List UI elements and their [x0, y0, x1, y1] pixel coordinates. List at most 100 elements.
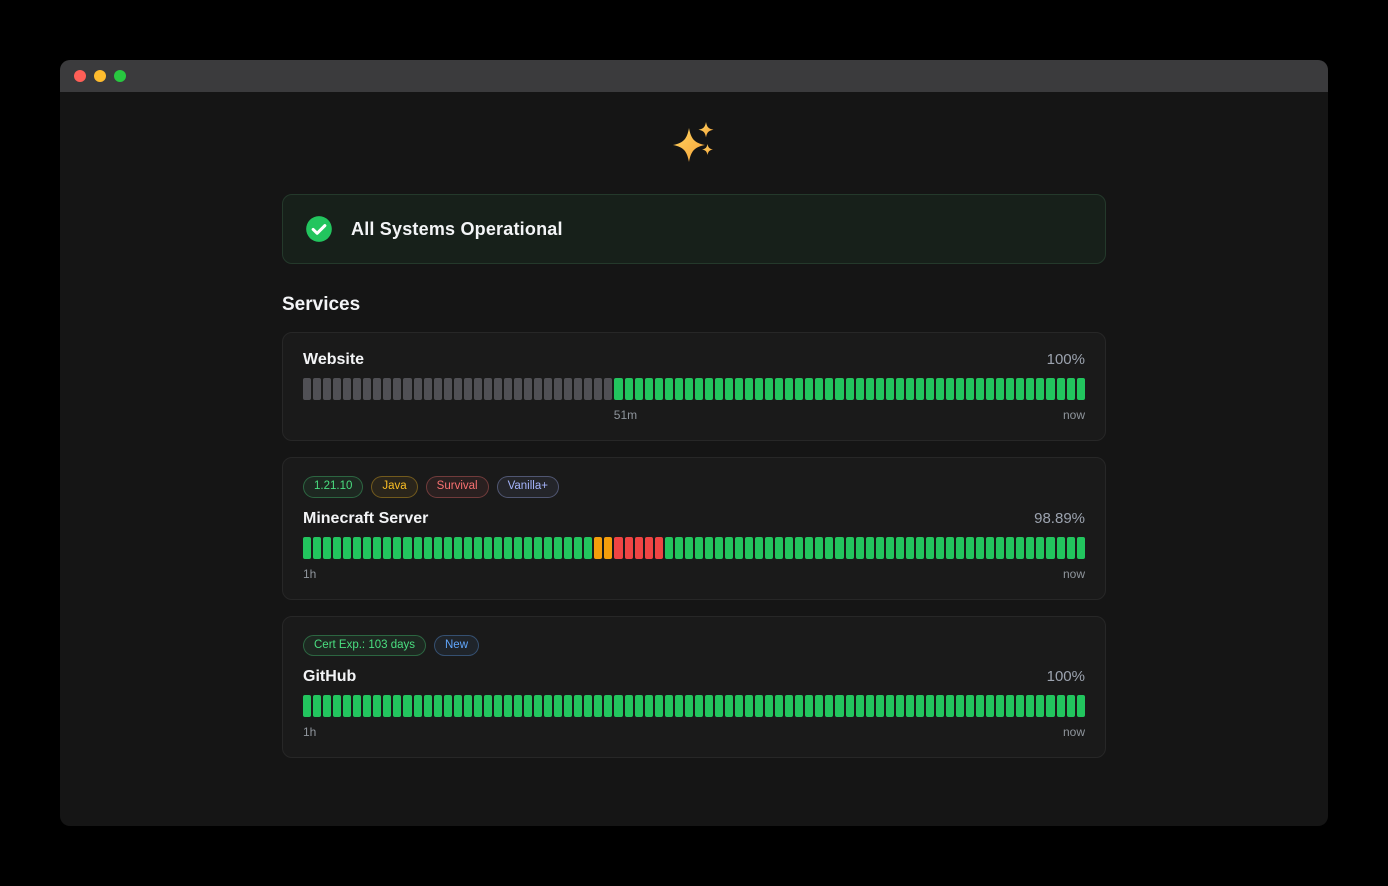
uptime-segment-up[interactable] — [1006, 537, 1014, 559]
uptime-segment-degraded[interactable] — [594, 537, 602, 559]
uptime-segment-up[interactable] — [866, 695, 874, 717]
uptime-segment-up[interactable] — [685, 695, 693, 717]
uptime-segment-up[interactable] — [876, 537, 884, 559]
uptime-segment-empty[interactable] — [524, 378, 532, 400]
uptime-segment-empty[interactable] — [323, 378, 331, 400]
uptime-segment-up[interactable] — [765, 695, 773, 717]
uptime-segment-up[interactable] — [1077, 695, 1085, 717]
uptime-segment-up[interactable] — [504, 537, 512, 559]
uptime-segment-up[interactable] — [353, 695, 361, 717]
uptime-segment-up[interactable] — [846, 537, 854, 559]
uptime-segment-up[interactable] — [996, 378, 1004, 400]
uptime-segment-up[interactable] — [986, 537, 994, 559]
uptime-segment-up[interactable] — [403, 695, 411, 717]
uptime-segment-up[interactable] — [534, 537, 542, 559]
uptime-segment-up[interactable] — [805, 695, 813, 717]
uptime-segment-up[interactable] — [735, 695, 743, 717]
uptime-segment-up[interactable] — [1046, 695, 1054, 717]
uptime-segment-up[interactable] — [403, 537, 411, 559]
uptime-segment-up[interactable] — [574, 537, 582, 559]
uptime-segment-up[interactable] — [835, 537, 843, 559]
uptime-segment-up[interactable] — [1067, 695, 1075, 717]
uptime-segment-up[interactable] — [775, 537, 783, 559]
uptime-segment-empty[interactable] — [484, 378, 492, 400]
uptime-segment-up[interactable] — [856, 537, 864, 559]
uptime-segment-up[interactable] — [685, 537, 693, 559]
uptime-segment-up[interactable] — [856, 378, 864, 400]
uptime-segment-up[interactable] — [363, 695, 371, 717]
uptime-segment-up[interactable] — [745, 695, 753, 717]
uptime-segment-up[interactable] — [695, 378, 703, 400]
uptime-segment-up[interactable] — [1057, 695, 1065, 717]
uptime-segment-up[interactable] — [966, 537, 974, 559]
uptime-segment-up[interactable] — [1057, 537, 1065, 559]
uptime-segment-up[interactable] — [474, 695, 482, 717]
uptime-segment-up[interactable] — [715, 378, 723, 400]
uptime-segment-up[interactable] — [584, 695, 592, 717]
uptime-segment-up[interactable] — [333, 695, 341, 717]
uptime-segment-empty[interactable] — [574, 378, 582, 400]
uptime-segment-up[interactable] — [424, 537, 432, 559]
uptime-segment-up[interactable] — [544, 537, 552, 559]
uptime-segment-up[interactable] — [966, 695, 974, 717]
uptime-segment-empty[interactable] — [444, 378, 452, 400]
uptime-segment-up[interactable] — [645, 378, 653, 400]
uptime-segment-up[interactable] — [866, 378, 874, 400]
uptime-segment-up[interactable] — [464, 695, 472, 717]
uptime-segment-up[interactable] — [524, 537, 532, 559]
uptime-segment-up[interactable] — [1036, 537, 1044, 559]
uptime-segment-up[interactable] — [725, 695, 733, 717]
uptime-segment-up[interactable] — [625, 695, 633, 717]
uptime-segment-up[interactable] — [484, 695, 492, 717]
uptime-segment-up[interactable] — [825, 378, 833, 400]
uptime-segment-empty[interactable] — [383, 378, 391, 400]
uptime-segment-up[interactable] — [936, 537, 944, 559]
uptime-segment-up[interactable] — [564, 537, 572, 559]
uptime-segment-up[interactable] — [825, 695, 833, 717]
uptime-segment-up[interactable] — [986, 378, 994, 400]
uptime-segment-up[interactable] — [866, 537, 874, 559]
uptime-segment-up[interactable] — [323, 695, 331, 717]
uptime-segment-up[interactable] — [785, 378, 793, 400]
uptime-segment-up[interactable] — [313, 695, 321, 717]
uptime-segment-up[interactable] — [956, 695, 964, 717]
uptime-segment-up[interactable] — [614, 695, 622, 717]
uptime-segment-up[interactable] — [996, 695, 1004, 717]
uptime-segment-up[interactable] — [514, 695, 522, 717]
uptime-segment-up[interactable] — [735, 537, 743, 559]
uptime-segment-up[interactable] — [986, 695, 994, 717]
uptime-segment-up[interactable] — [735, 378, 743, 400]
uptime-segment-up[interactable] — [504, 695, 512, 717]
uptime-segment-up[interactable] — [1057, 378, 1065, 400]
uptime-segment-up[interactable] — [604, 695, 612, 717]
uptime-segment-up[interactable] — [926, 695, 934, 717]
uptime-segment-up[interactable] — [675, 537, 683, 559]
uptime-segment-up[interactable] — [956, 378, 964, 400]
uptime-segment-up[interactable] — [695, 537, 703, 559]
uptime-segment-up[interactable] — [1046, 537, 1054, 559]
uptime-segment-up[interactable] — [906, 695, 914, 717]
uptime-segment-up[interactable] — [303, 695, 311, 717]
uptime-segment-up[interactable] — [926, 378, 934, 400]
uptime-segment-up[interactable] — [665, 695, 673, 717]
uptime-segment-up[interactable] — [926, 537, 934, 559]
uptime-segment-up[interactable] — [544, 695, 552, 717]
uptime-segment-up[interactable] — [373, 695, 381, 717]
uptime-segment-up[interactable] — [755, 537, 763, 559]
uptime-segment-up[interactable] — [675, 378, 683, 400]
uptime-segment-empty[interactable] — [424, 378, 432, 400]
uptime-segment-empty[interactable] — [504, 378, 512, 400]
uptime-segment-empty[interactable] — [434, 378, 442, 400]
uptime-segment-up[interactable] — [976, 695, 984, 717]
uptime-segment-up[interactable] — [655, 378, 663, 400]
uptime-segment-up[interactable] — [434, 537, 442, 559]
uptime-segment-up[interactable] — [414, 537, 422, 559]
uptime-segment-empty[interactable] — [303, 378, 311, 400]
uptime-segment-up[interactable] — [896, 537, 904, 559]
uptime-segment-up[interactable] — [1036, 378, 1044, 400]
uptime-segment-up[interactable] — [936, 695, 944, 717]
uptime-segment-up[interactable] — [464, 537, 472, 559]
uptime-segment-up[interactable] — [484, 537, 492, 559]
uptime-segment-up[interactable] — [775, 378, 783, 400]
uptime-segment-up[interactable] — [625, 378, 633, 400]
